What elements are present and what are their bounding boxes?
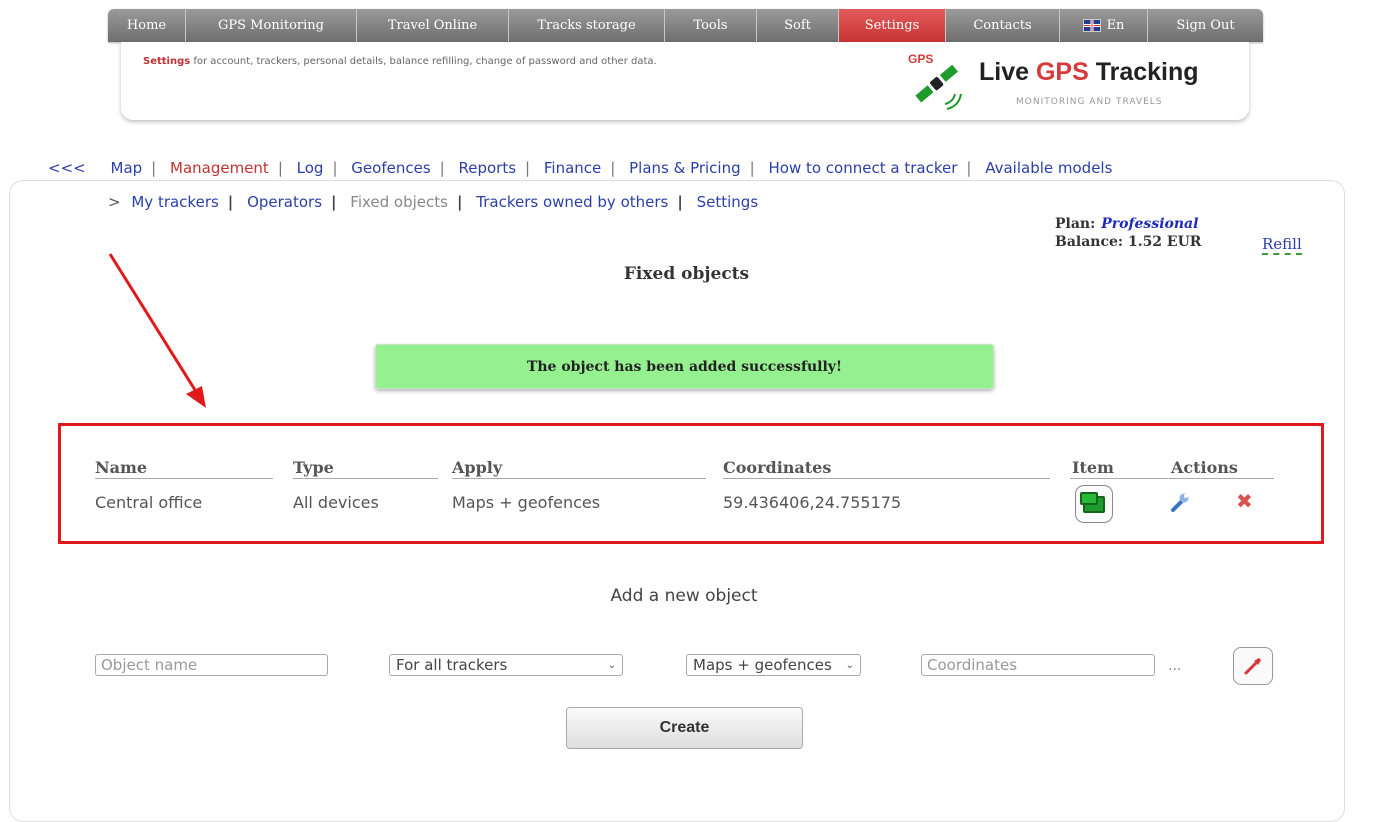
nav-language[interactable]: En	[1060, 9, 1148, 42]
link-reports[interactable]: Reports	[458, 159, 516, 177]
header-banner: Settings for account, trackers, personal…	[121, 42, 1249, 120]
chevron-down-icon: ⌄	[607, 659, 616, 671]
header-underline	[1070, 478, 1274, 479]
header-underline	[95, 478, 273, 479]
separator: |	[610, 159, 616, 177]
nav-tracks-storage[interactable]: Tracks storage	[509, 9, 665, 42]
annotation-arrow-icon	[108, 253, 206, 408]
chevron-down-icon: ⌄	[845, 659, 854, 671]
separator: |	[749, 159, 755, 177]
link-map[interactable]: Map	[111, 159, 143, 177]
cell-coordinates: 59.436406,24.755175	[723, 493, 902, 512]
coordinates-input[interactable]: Coordinates	[921, 654, 1155, 676]
link-finance[interactable]: Finance	[544, 159, 601, 177]
delete-icon[interactable]: ✖	[1236, 489, 1253, 513]
separator: |	[966, 159, 972, 177]
apply-select[interactable]: Maps + geofences ⌄	[686, 654, 861, 676]
header-underline	[293, 478, 438, 479]
nav-gps-monitoring[interactable]: GPS Monitoring	[186, 9, 357, 42]
header-underline	[452, 478, 706, 479]
nav-travel-online[interactable]: Travel Online	[357, 9, 509, 42]
pick-location-button[interactable]	[1233, 647, 1273, 685]
separator: |	[525, 159, 531, 177]
cell-name: Central office	[95, 493, 203, 512]
separator: |	[151, 159, 157, 177]
header-type: Type	[293, 458, 334, 477]
header-name: Name	[95, 458, 148, 477]
object-name-input[interactable]: Object name	[95, 654, 328, 676]
coordinates-dots: ...	[1168, 658, 1182, 674]
separator: |	[331, 193, 337, 211]
pipette-icon	[1244, 658, 1261, 675]
wrench-icon[interactable]	[1170, 492, 1190, 512]
top-navigation: Home GPS Monitoring Travel Online Tracks…	[108, 9, 1263, 42]
language-label: En	[1106, 18, 1125, 33]
success-message: The object has been added successfully!	[375, 344, 994, 389]
cell-type: All devices	[293, 493, 379, 512]
link-trackers-owned-by-others[interactable]: Trackers owned by others	[476, 193, 668, 211]
cell-apply: Maps + geofences	[452, 493, 601, 512]
satellite-logo-icon: GPS	[908, 52, 962, 110]
link-my-trackers[interactable]: My trackers	[131, 193, 218, 211]
create-button[interactable]: Create	[566, 707, 803, 749]
logo-title: Live GPS Tracking	[979, 58, 1199, 86]
separator: |	[277, 159, 283, 177]
separator: |	[332, 159, 338, 177]
uk-flag-icon	[1082, 19, 1101, 32]
link-management[interactable]: Management	[170, 159, 269, 177]
link-settings[interactable]: Settings	[697, 193, 759, 211]
logo-subtitle: MONITORING AND TRAVELS	[1016, 97, 1163, 107]
header-apply: Apply	[452, 458, 503, 477]
link-how-to-connect[interactable]: How to connect a tracker	[768, 159, 957, 177]
nav-soft[interactable]: Soft	[757, 9, 839, 42]
header-item: Item	[1072, 458, 1114, 477]
header-coordinates: Coordinates	[723, 458, 832, 477]
separator: |	[227, 193, 234, 211]
back-link[interactable]: <<<	[48, 159, 86, 177]
sub-links: > My trackers | Operators | Fixed objects |…	[108, 193, 758, 211]
nav-contacts[interactable]: Contacts	[946, 9, 1060, 42]
nav-sign-out[interactable]: Sign Out	[1148, 9, 1263, 42]
trackers-select[interactable]: For all trackers ⌄	[389, 654, 623, 676]
link-operators[interactable]: Operators	[247, 193, 322, 211]
link-log[interactable]: Log	[297, 159, 324, 177]
refill-link[interactable]: Refill	[1262, 235, 1302, 255]
separator: |	[456, 193, 463, 211]
screen-icon	[1080, 491, 1105, 513]
link-available-models[interactable]: Available models	[985, 159, 1112, 177]
link-fixed-objects: Fixed objects	[350, 193, 448, 211]
logo-badge: GPS	[908, 52, 933, 66]
item-button[interactable]	[1075, 485, 1113, 523]
link-geofences[interactable]: Geofences	[351, 159, 430, 177]
add-object-title: Add a new object	[610, 586, 758, 606]
nav-home[interactable]: Home	[108, 9, 186, 42]
separator: |	[677, 193, 683, 211]
main-links: <<< Map | Management | Log | Geofences | Rep…	[48, 159, 1112, 177]
header-underline	[723, 478, 1050, 479]
account-plan: Plan: Professional Balance: 1.52 EUR	[1055, 216, 1202, 250]
banner-description: Settings for account, trackers, personal…	[143, 56, 657, 67]
nav-settings[interactable]: Settings	[839, 9, 946, 42]
header-actions: Actions	[1171, 458, 1238, 477]
sub-links-prefix: >	[108, 193, 121, 211]
annotation-highlight-box	[58, 423, 1324, 544]
nav-tools[interactable]: Tools	[665, 9, 757, 42]
link-plans-pricing[interactable]: Plans & Pricing	[629, 159, 741, 177]
separator: |	[439, 159, 445, 177]
